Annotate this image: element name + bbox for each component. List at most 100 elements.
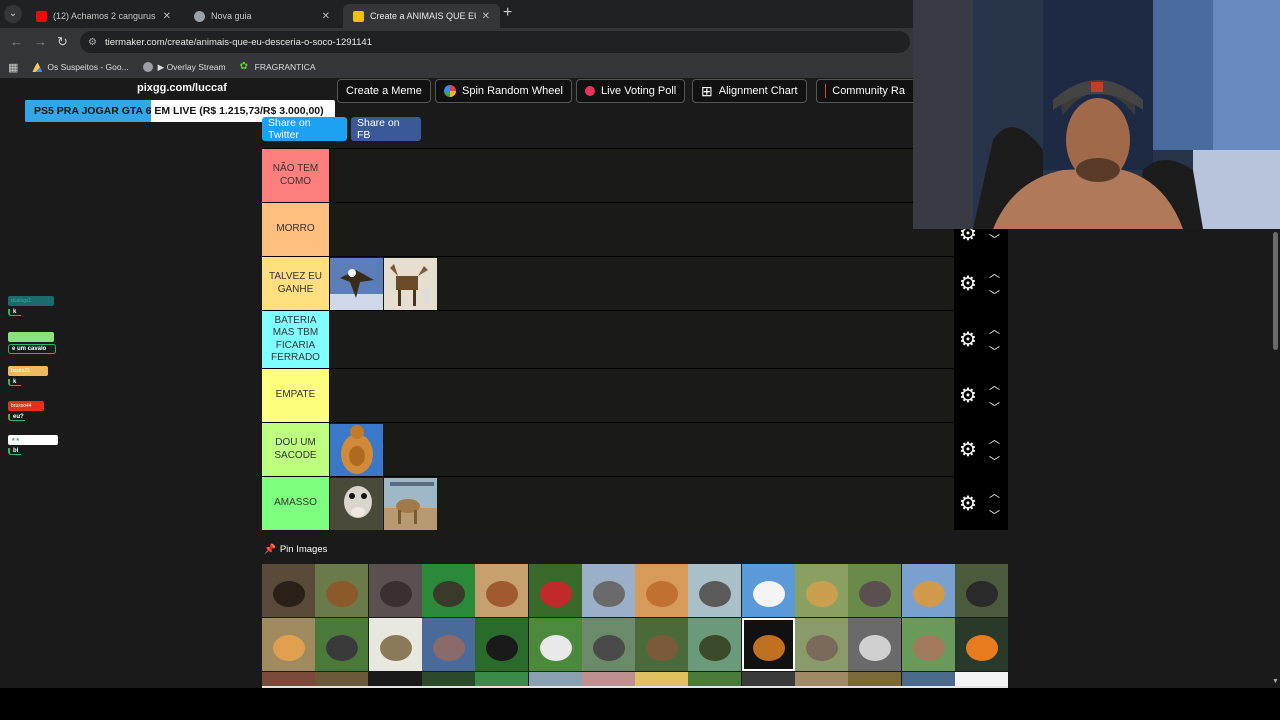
tier-label[interactable]: TALVEZ EU GANHE [262,257,329,310]
community-rank-button[interactable]: Community Ra [816,79,913,103]
cheetah-thumbnail[interactable] [795,564,848,617]
move-down-icon[interactable]: ﹀ [989,399,1000,415]
rottweiler-thumbnail[interactable] [475,618,529,671]
tier-label[interactable]: DOU UM SACODE [262,423,329,476]
tier-drop-zone[interactable] [330,257,954,310]
eagle-thumbnail[interactable] [330,258,383,310]
animal-thumbnail[interactable] [368,672,422,686]
giraffe-thumbnail[interactable] [901,564,955,617]
gear-icon[interactable]: ⚙ [959,383,977,408]
hyena-thumbnail[interactable] [368,618,422,671]
new-tab-button[interactable]: + [503,4,512,22]
scrollbar-thumb[interactable] [1273,232,1278,350]
animal-thumbnail[interactable] [475,672,529,686]
animal-thumbnail[interactable] [688,672,742,686]
back-icon[interactable]: ← [10,34,23,49]
wolf-thumbnail[interactable] [848,618,902,671]
moose-thumbnail[interactable] [384,258,437,310]
address-bar[interactable]: ⚙ tiermaker.com/create/animais-que-eu-de… [80,31,910,53]
move-up-icon[interactable]: ︿ [989,321,1000,337]
tier-drop-zone[interactable] [330,369,954,422]
camel-thumbnail[interactable] [384,478,437,530]
move-down-icon[interactable]: ﹀ [989,287,1000,303]
crocodile-thumbnail[interactable] [688,618,742,671]
seal-thumbnail[interactable] [688,564,742,617]
animal-thumbnail[interactable] [581,672,635,686]
ostrich-thumbnail[interactable] [330,478,383,530]
caracal-thumbnail[interactable] [635,564,689,617]
create-meme-button[interactable]: Create a Meme [337,79,431,103]
gear-icon[interactable]: ⚙ [959,437,977,462]
bison-thumbnail[interactable] [262,564,315,617]
gear-icon[interactable]: ⚙ [959,327,977,352]
move-up-icon[interactable]: ︿ [989,431,1000,447]
pin-images-toggle[interactable]: 📌 Pin Images [264,544,327,555]
lion-thumbnail[interactable] [741,618,795,671]
animal-thumbnail[interactable] [795,672,848,686]
tab-youtube[interactable]: (12) Achamos 2 cangurus briga ✕ [26,4,181,28]
gorilla-thumbnail[interactable] [954,564,1008,617]
animal-thumbnail[interactable] [528,672,582,686]
monkey-thumbnail[interactable] [954,618,1008,671]
tab-search-button[interactable]: ⌄ [4,5,22,23]
animal-thumbnail[interactable] [635,672,689,686]
animal-thumbnail[interactable] [262,672,315,686]
red-cow-thumbnail[interactable] [528,564,582,617]
move-up-icon[interactable]: ︿ [989,265,1000,281]
tier-drop-zone[interactable] [330,311,954,368]
hippo-thumbnail[interactable] [421,618,475,671]
alignment-chart-button[interactable]: ⊞ Alignment Chart [692,79,807,103]
animal-thumbnail[interactable] [315,672,369,686]
snake-thumbnail[interactable] [421,564,475,617]
tier-drop-zone[interactable] [330,149,954,202]
goose-thumbnail[interactable] [741,564,795,617]
bookmark-item[interactable]: ▶ Overlay Stream [142,62,226,73]
tier-drop-zone[interactable] [330,203,954,256]
elephant-thumbnail[interactable] [581,564,635,617]
scroll-down-icon[interactable]: ▼ [1272,678,1279,685]
move-down-icon[interactable]: ﹀ [989,453,1000,469]
tier-label[interactable]: BATERIA MAS TBM FICARIA FERRADO [262,311,329,368]
gear-icon[interactable]: ⚙ [959,271,977,296]
tier-label[interactable]: EMPATE [262,369,329,422]
move-down-icon[interactable]: ﹀ [989,507,1000,523]
tier-drop-zone[interactable] [330,477,954,530]
share-fb-button[interactable]: Share on FB [351,117,421,141]
forward-icon[interactable]: → [34,34,47,49]
tier-label[interactable]: NÃO TEM COMO [262,149,329,202]
tier-label[interactable]: MORRO [262,203,329,256]
deer-thumbnail[interactable] [315,564,369,617]
move-up-icon[interactable]: ︿ [989,485,1000,501]
hare-thumbnail[interactable] [795,618,848,671]
close-icon[interactable]: ✕ [482,11,490,22]
animal-thumbnail[interactable] [741,672,795,686]
tab-new[interactable]: Nova guia ✕ [184,4,340,28]
chimp-thumbnail[interactable] [368,564,422,617]
warthog-thumbnail[interactable] [581,618,635,671]
live-poll-button[interactable]: Live Voting Poll [576,79,686,103]
move-down-icon[interactable]: ﹀ [989,343,1000,359]
animal-thumbnail[interactable] [421,672,475,686]
cheetah-roar-thumbnail[interactable] [262,618,315,671]
tier-label[interactable]: AMASSO [262,477,329,530]
site-info-icon[interactable]: ⚙ [88,37,97,48]
kangaroo-thumbnail[interactable] [330,424,383,476]
close-icon[interactable]: ✕ [322,11,330,22]
bookmark-item[interactable]: Os Suspeitos - Goo... [32,62,129,72]
anthill-thumbnail[interactable] [475,564,529,617]
close-icon[interactable]: ✕ [163,11,171,22]
tab-tiermaker[interactable]: Create a ANIMAIS QUE EU DESC ✕ [343,4,500,28]
move-down-icon[interactable]: ﹀ [989,231,1000,247]
spin-wheel-button[interactable]: Spin Random Wheel [435,79,572,103]
move-up-icon[interactable]: ︿ [989,377,1000,393]
kangaroo-2-thumbnail[interactable] [901,618,955,671]
raccoon-thumbnail[interactable] [848,564,902,617]
apps-icon[interactable]: ▦ [8,61,18,74]
gorilla-2-thumbnail[interactable] [315,618,369,671]
tier-drop-zone[interactable] [330,423,954,476]
beaver-thumbnail[interactable] [635,618,689,671]
husky-thumbnail[interactable] [528,618,582,671]
animal-thumbnail[interactable] [901,672,955,686]
bookmark-item[interactable]: ✿ FRAGRANTICA [240,62,316,73]
reload-icon[interactable]: ↻ [57,34,68,50]
